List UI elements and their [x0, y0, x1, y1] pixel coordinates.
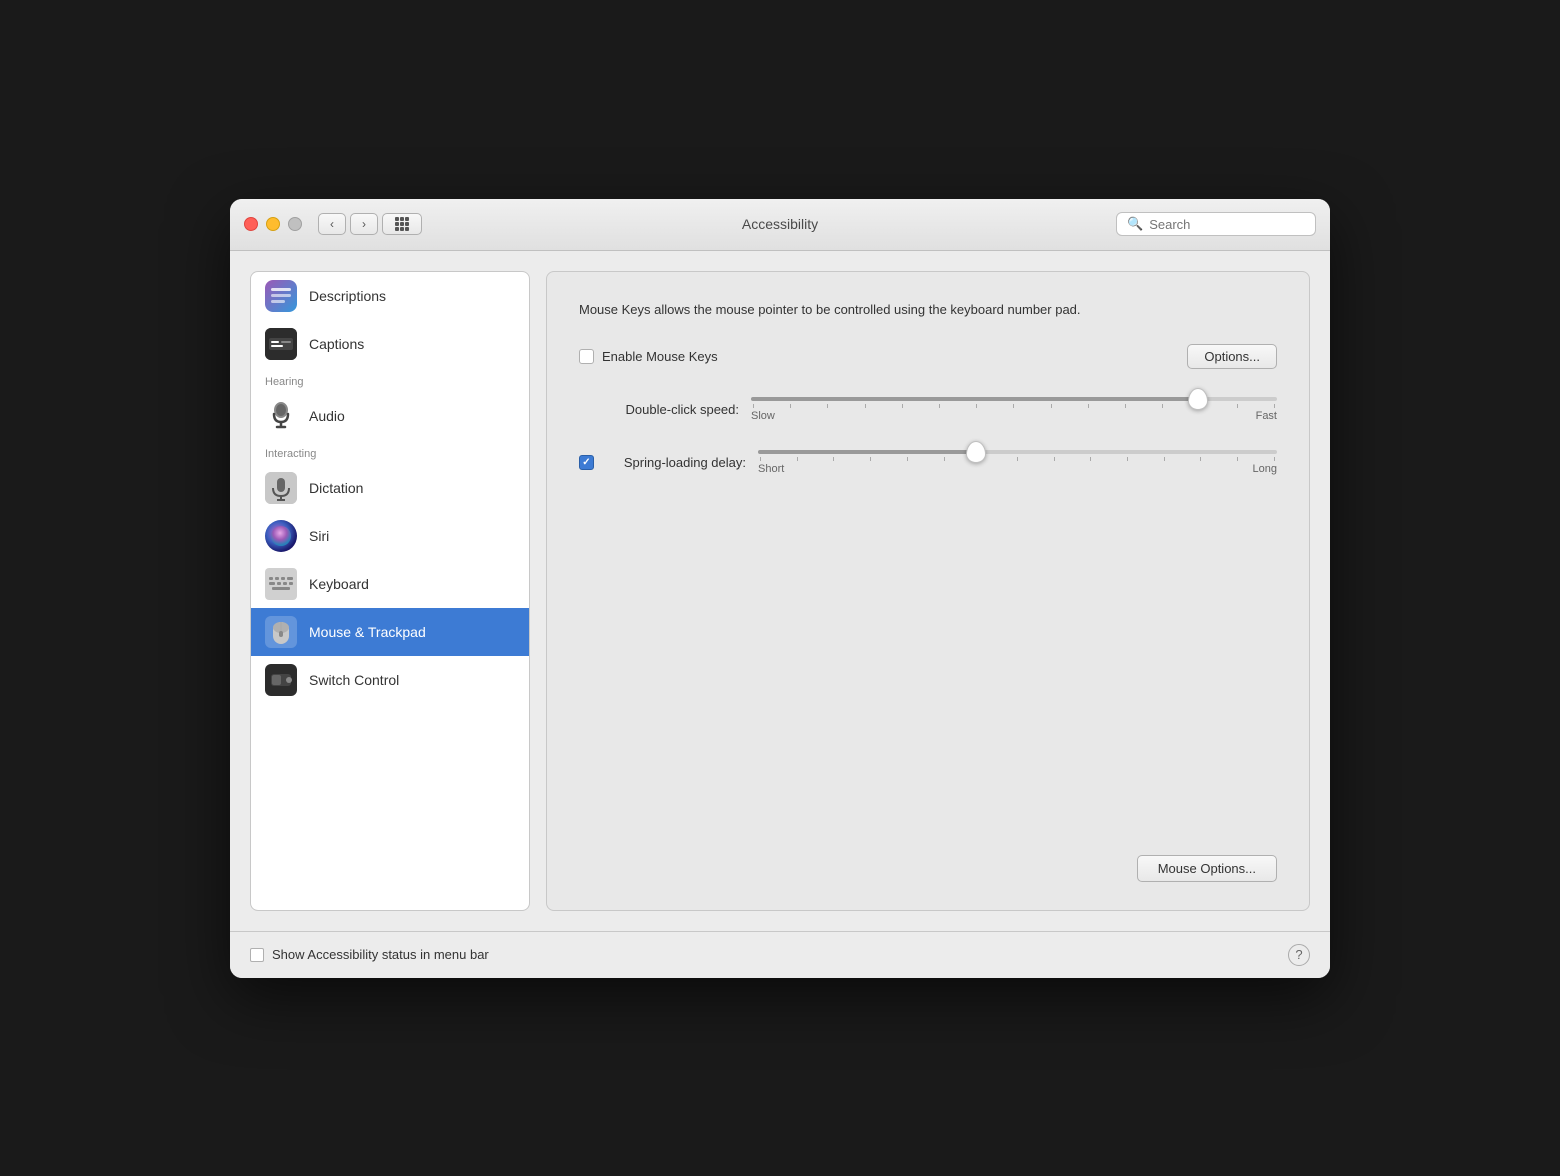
spring-loading-thumb[interactable] [966, 441, 986, 463]
bottom-bar: Show Accessibility status in menu bar ? [230, 931, 1330, 978]
siri-icon [265, 520, 297, 552]
help-button[interactable]: ? [1288, 944, 1310, 966]
switch-label: Switch Control [309, 672, 399, 688]
descriptions-icon [265, 280, 297, 312]
captions-label: Captions [309, 336, 364, 352]
dictation-label: Dictation [309, 480, 363, 496]
double-click-section: Double-click speed: Slow [579, 397, 1277, 422]
enable-mouse-keys-checkbox[interactable] [579, 349, 594, 364]
sidebar-item-siri[interactable]: Siri [251, 512, 529, 560]
slow-label: Slow [751, 410, 775, 422]
audio-icon [265, 400, 297, 432]
spring-loading-track [758, 450, 1277, 454]
sidebar: Descriptions Captions Hearing [250, 271, 530, 911]
panel-description: Mouse Keys allows the mouse pointer to b… [579, 300, 1159, 321]
window-title: Accessibility [742, 216, 818, 232]
minimize-button[interactable] [266, 217, 280, 231]
search-box[interactable]: 🔍 [1116, 212, 1316, 236]
enable-mouse-keys-label: Enable Mouse Keys [602, 349, 718, 364]
mouse-label: Mouse & Trackpad [309, 624, 426, 640]
spring-loading-checkbox[interactable] [579, 455, 594, 470]
search-input[interactable] [1149, 217, 1305, 232]
sidebar-item-mouse[interactable]: Mouse & Trackpad [251, 608, 529, 656]
keyboard-label: Keyboard [309, 576, 369, 592]
mouse-icon [265, 616, 297, 648]
descriptions-label: Descriptions [309, 288, 386, 304]
double-click-track [751, 397, 1277, 401]
siri-label: Siri [309, 528, 329, 544]
grid-button[interactable] [382, 213, 422, 235]
double-click-thumb[interactable] [1188, 388, 1208, 410]
spring-loading-slider-container: Short Long [758, 450, 1277, 475]
search-icon: 🔍 [1127, 216, 1143, 232]
options-button[interactable]: Options... [1187, 344, 1277, 369]
show-status-checkbox[interactable] [250, 948, 264, 962]
spring-loading-label: Spring-loading delay: [606, 455, 746, 470]
back-button[interactable]: ‹ [318, 213, 346, 235]
traffic-lights [244, 217, 302, 231]
sidebar-item-captions[interactable]: Captions [251, 320, 529, 368]
close-button[interactable] [244, 217, 258, 231]
short-label: Short [758, 463, 784, 475]
titlebar: ‹ › Accessibility 🔍 [230, 199, 1330, 251]
double-click-label: Double-click speed: [579, 402, 739, 417]
double-click-slider-container: Slow Fast [751, 397, 1277, 422]
sidebar-item-switch[interactable]: Switch Control [251, 656, 529, 704]
switch-icon [265, 664, 297, 696]
maximize-button[interactable] [288, 217, 302, 231]
sidebar-item-descriptions[interactable]: Descriptions [251, 272, 529, 320]
forward-button[interactable]: › [350, 213, 378, 235]
spring-loading-section: Spring-loading delay: Short [579, 450, 1277, 475]
main-window: ‹ › Accessibility 🔍 [230, 199, 1330, 978]
hearing-section-label: Hearing [251, 368, 529, 392]
double-click-row: Double-click speed: Slow [579, 397, 1277, 422]
mouse-options-button[interactable]: Mouse Options... [1137, 855, 1277, 882]
sidebar-item-audio[interactable]: Audio [251, 392, 529, 440]
sidebar-item-dictation[interactable]: Dictation [251, 464, 529, 512]
audio-label: Audio [309, 408, 345, 424]
spring-loading-row: Spring-loading delay: Short [579, 450, 1277, 475]
spring-loading-ticks [758, 457, 1277, 461]
show-status-container: Show Accessibility status in menu bar [250, 947, 489, 962]
interacting-section-label: Interacting [251, 440, 529, 464]
enable-mouse-keys-row: Enable Mouse Keys Options... [579, 344, 1277, 369]
keyboard-icon [265, 568, 297, 600]
show-status-label: Show Accessibility status in menu bar [272, 947, 489, 962]
settings-panel: Mouse Keys allows the mouse pointer to b… [546, 271, 1310, 911]
dictation-icon [265, 472, 297, 504]
main-content: Descriptions Captions Hearing [230, 251, 1330, 931]
captions-icon [265, 328, 297, 360]
sidebar-item-keyboard[interactable]: Keyboard [251, 560, 529, 608]
long-label: Long [1253, 463, 1277, 475]
fast-label: Fast [1256, 410, 1277, 422]
enable-mouse-keys-container: Enable Mouse Keys [579, 349, 1187, 364]
nav-buttons: ‹ › [318, 213, 378, 235]
